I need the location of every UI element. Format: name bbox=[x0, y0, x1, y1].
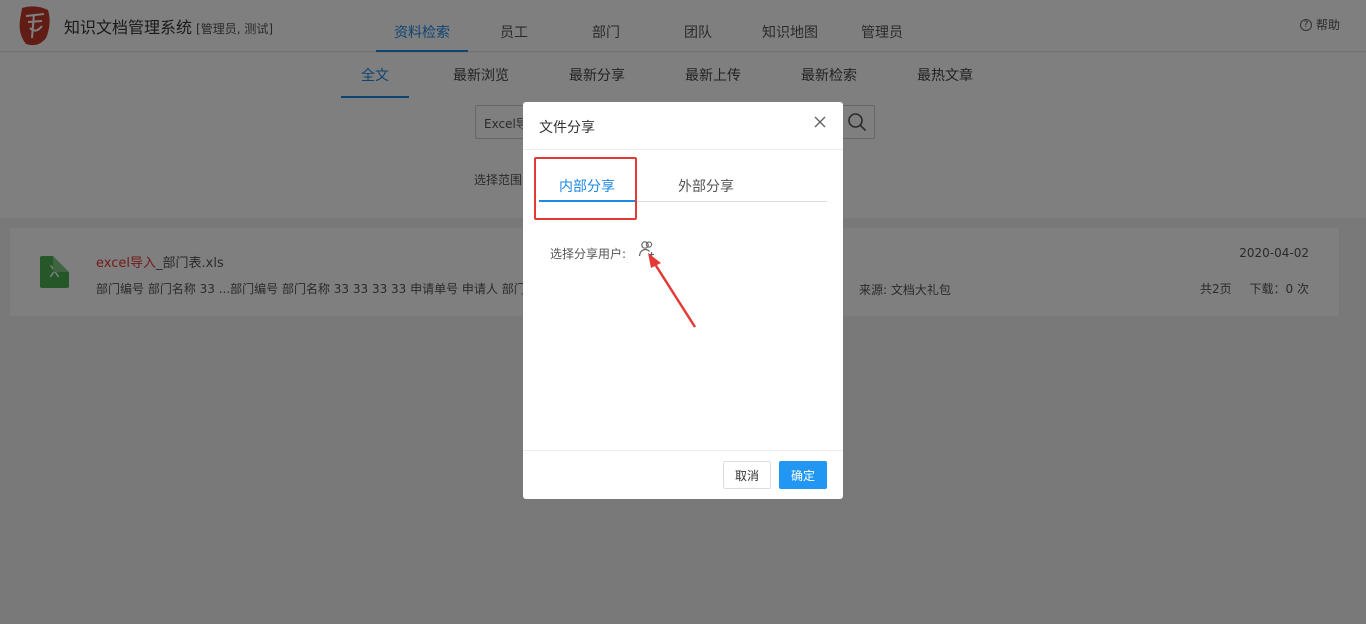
dialog-footer: 取消 确定 bbox=[523, 450, 843, 499]
dialog-title: 文件分享 bbox=[539, 120, 595, 136]
share-user-label: 选择分享用户: bbox=[550, 247, 627, 261]
annotation-highlight-box bbox=[534, 157, 637, 220]
confirm-button[interactable]: 确定 bbox=[779, 461, 827, 489]
close-icon bbox=[814, 116, 826, 128]
dialog-header: 文件分享 bbox=[523, 102, 843, 150]
file-share-dialog: 文件分享 内部分享 外部分享 选择分享用户: 取消 确定 bbox=[523, 102, 843, 499]
tab-external-share[interactable]: 外部分享 bbox=[678, 176, 734, 196]
annotation-arrow bbox=[648, 253, 697, 328]
close-button[interactable] bbox=[813, 116, 827, 130]
cancel-button[interactable]: 取消 bbox=[723, 461, 771, 489]
